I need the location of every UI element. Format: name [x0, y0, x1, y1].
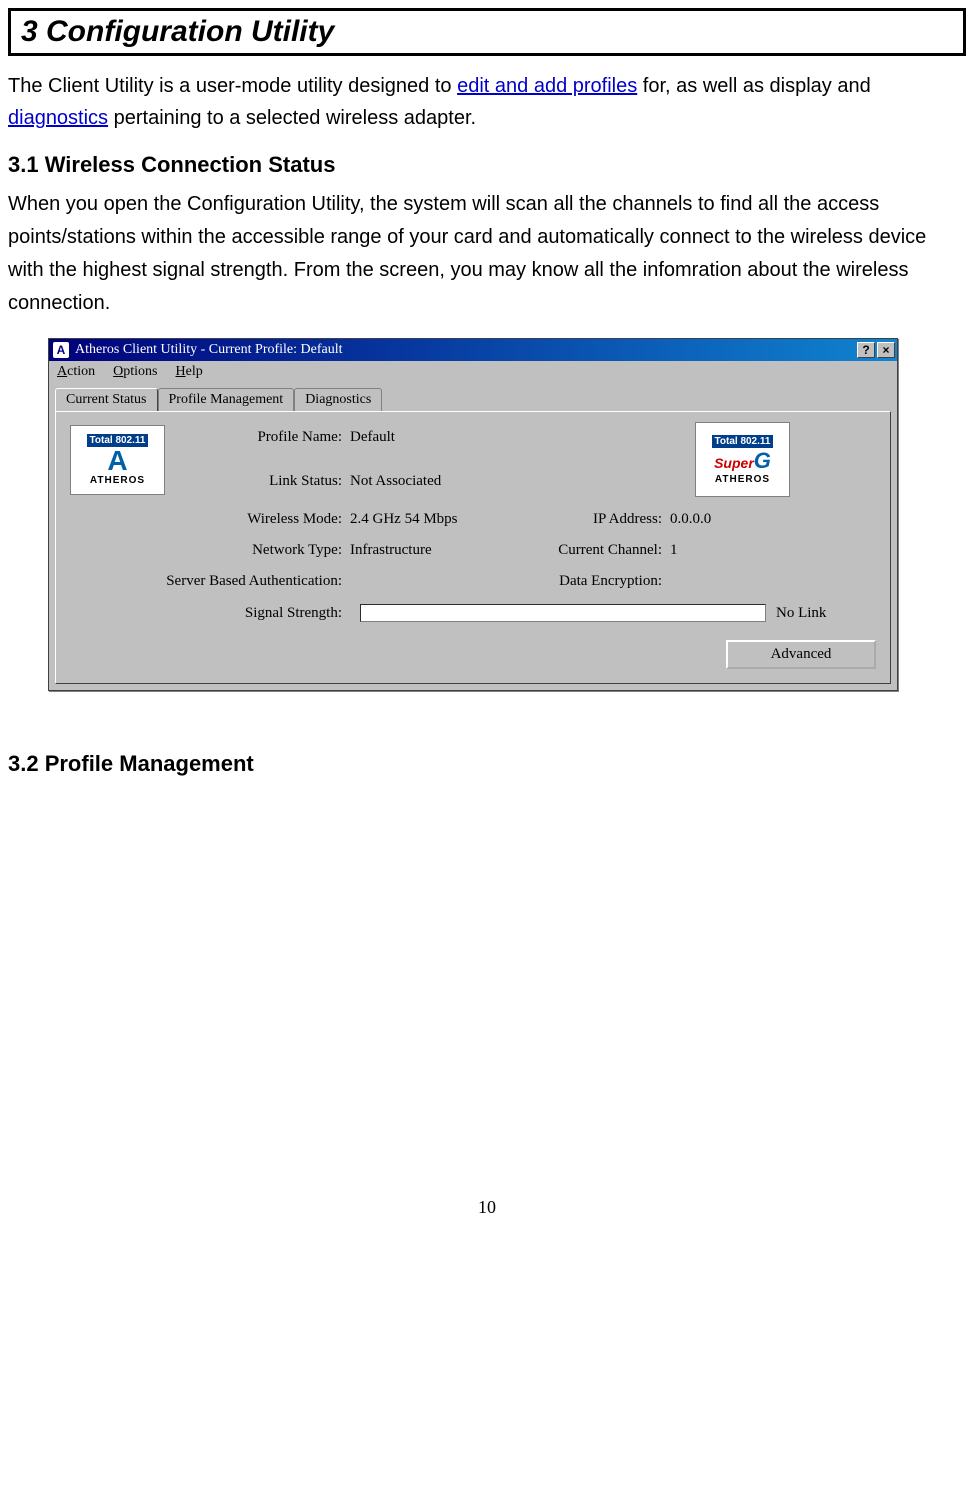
chapter-heading: 3 Configuration Utility — [21, 15, 953, 49]
label-data-encryption: Data Encryption: — [530, 573, 670, 590]
label-profile-name: Profile Name: — [180, 429, 350, 446]
signal-strength-bar — [360, 604, 766, 622]
label-wireless-mode: Wireless Mode: — [180, 511, 350, 528]
chapter-header-box: 3 Configuration Utility — [8, 8, 966, 56]
diagnostics-link[interactable]: diagnostics — [8, 107, 108, 129]
titlebar-text: Atheros Client Utility - Current Profile… — [75, 342, 857, 358]
section-3-2-heading: 3.2 Profile Management — [8, 751, 966, 777]
logo-mid-text: A — [107, 447, 127, 475]
menu-help[interactable]: Help — [175, 364, 202, 380]
value-current-channel: 1 — [670, 542, 790, 559]
intro-text-1: The Client Utility is a user-mode utilit… — [8, 75, 457, 97]
label-server-auth: Server Based Authentication: — [70, 573, 350, 590]
value-profile-name: Default — [350, 429, 530, 446]
signal-strength-text: No Link — [776, 605, 876, 622]
value-ip-address: 0.0.0.0 — [670, 511, 790, 528]
label-current-channel: Current Channel: — [530, 542, 670, 559]
titlebar: A Atheros Client Utility - Current Profi… — [49, 339, 897, 361]
label-signal-strength: Signal Strength: — [70, 605, 350, 622]
section-3-1-body: When you open the Configuration Utility,… — [8, 188, 966, 320]
help-button[interactable]: ? — [857, 342, 875, 358]
button-row: Advanced — [70, 640, 876, 669]
status-grid: Total 802.11 A ATHEROS Profile Name: Def… — [70, 422, 876, 590]
tab-content: Total 802.11 A ATHEROS Profile Name: Def… — [55, 411, 891, 684]
atheros-superg-logo: Total 802.11 SuperG ATHEROS — [695, 422, 790, 497]
advanced-button[interactable]: Advanced — [726, 640, 876, 669]
logo2-superg: SuperG — [714, 448, 771, 474]
intro-paragraph: The Client Utility is a user-mode utilit… — [8, 70, 966, 134]
label-network-type: Network Type: — [180, 542, 350, 559]
atheros-logo-left: Total 802.11 A ATHEROS — [70, 425, 165, 495]
label-link-status: Link Status: — [180, 473, 350, 490]
signal-strength-row: Signal Strength: No Link — [70, 604, 876, 622]
tab-diagnostics[interactable]: Diagnostics — [294, 388, 382, 411]
edit-add-profiles-link[interactable]: edit and add profiles — [457, 75, 637, 97]
app-icon: A — [53, 342, 69, 358]
label-ip-address: IP Address: — [530, 511, 670, 528]
value-link-status: Not Associated — [350, 473, 530, 490]
logo2-bot: ATHEROS — [715, 474, 770, 485]
tab-profile-management[interactable]: Profile Management — [158, 388, 295, 411]
value-network-type: Infrastructure — [350, 542, 530, 559]
logo-bot-text: ATHEROS — [90, 475, 145, 486]
titlebar-buttons: ? × — [857, 342, 895, 358]
intro-text-3: pertaining to a selected wireless adapte… — [108, 107, 476, 129]
app-window: A Atheros Client Utility - Current Profi… — [48, 338, 898, 691]
intro-text-2: for, as well as display and — [637, 75, 870, 97]
section-3-1-heading: 3.1 Wireless Connection Status — [8, 152, 966, 178]
page-number: 10 — [8, 1197, 966, 1218]
logo2-top: Total 802.11 — [712, 435, 774, 448]
tab-row: Current Status Profile Management Diagno… — [49, 383, 897, 411]
menu-action[interactable]: Action — [57, 364, 95, 380]
menu-options[interactable]: Options — [113, 364, 157, 380]
menubar: Action Options Help — [49, 361, 897, 383]
close-button[interactable]: × — [877, 342, 895, 358]
tab-current-status[interactable]: Current Status — [55, 388, 158, 412]
value-wireless-mode: 2.4 GHz 54 Mbps — [350, 511, 530, 528]
